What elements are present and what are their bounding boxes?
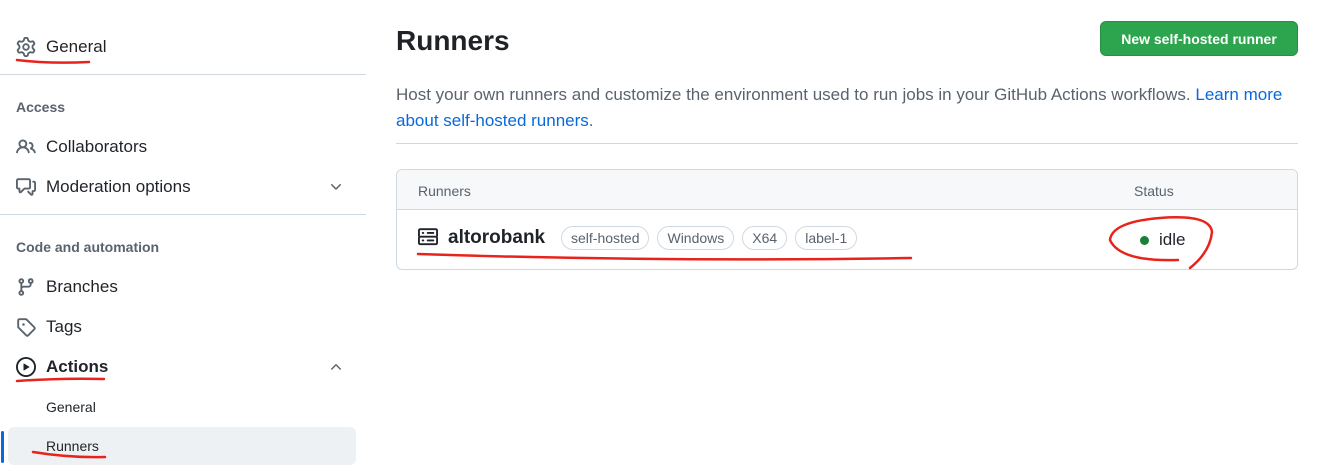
sidebar-divider bbox=[0, 74, 366, 75]
runners-table: Runners Status altorobank self-hosted Wi… bbox=[396, 169, 1298, 270]
sidebar-item-branches[interactable]: Branches bbox=[0, 271, 366, 303]
chevron-up-icon[interactable] bbox=[328, 359, 344, 375]
sidebar-item-label: Tags bbox=[46, 317, 82, 336]
sidebar-item-label: Moderation options bbox=[46, 177, 191, 196]
sidebar-divider bbox=[0, 214, 366, 215]
settings-sidebar: General Access Collaborators Moderation … bbox=[0, 0, 366, 473]
sidebar-item-label: Runners bbox=[46, 438, 99, 454]
tag-icon bbox=[17, 318, 36, 337]
server-icon bbox=[418, 228, 438, 246]
new-self-hosted-runner-button[interactable]: New self-hosted runner bbox=[1100, 21, 1298, 56]
runner-label: label-1 bbox=[795, 226, 858, 250]
sidebar-item-moderation[interactable]: Moderation options bbox=[0, 171, 366, 203]
sidebar-subitem-actions-runners[interactable]: Runners bbox=[8, 427, 356, 465]
sidebar-item-label: Collaborators bbox=[46, 137, 148, 156]
runner-name-link[interactable]: altorobank bbox=[448, 227, 545, 249]
sidebar-item-actions[interactable]: Actions bbox=[0, 351, 366, 383]
status-dot-icon bbox=[1140, 236, 1149, 245]
intro-text: Host your own runners and customize the … bbox=[396, 82, 1296, 134]
intro-period: . bbox=[588, 111, 594, 130]
runner-label: X64 bbox=[742, 226, 788, 250]
sidebar-item-collaborators[interactable]: Collaborators bbox=[0, 131, 366, 163]
comment-discussion-icon bbox=[16, 178, 36, 196]
sidebar-item-label: Actions bbox=[46, 357, 109, 376]
column-header-status: Status bbox=[1134, 183, 1174, 199]
runner-label: Windows bbox=[657, 226, 735, 250]
intro-description: Host your own runners and customize the … bbox=[396, 85, 1196, 104]
sidebar-item-label: General bbox=[46, 399, 96, 415]
git-branch-icon bbox=[18, 278, 34, 296]
sidebar-group-access: Access bbox=[16, 99, 66, 115]
runner-status: idle bbox=[1159, 230, 1186, 249]
sidebar-item-label: Branches bbox=[46, 277, 118, 296]
section-divider bbox=[396, 143, 1298, 144]
table-row: altorobank self-hosted Windows X64 label… bbox=[397, 210, 1297, 269]
people-icon bbox=[16, 139, 36, 154]
page-title: Runners bbox=[396, 25, 510, 56]
chevron-down-icon[interactable] bbox=[328, 179, 344, 195]
active-indicator bbox=[1, 431, 4, 463]
column-header-runners: Runners bbox=[418, 183, 471, 199]
runners-table-header: Runners Status bbox=[397, 170, 1297, 210]
runner-labels: self-hosted Windows X64 label-1 bbox=[561, 226, 858, 250]
sidebar-group-code-automation: Code and automation bbox=[16, 239, 160, 255]
sidebar-subitem-actions-general[interactable]: General bbox=[0, 388, 356, 426]
play-icon bbox=[16, 357, 36, 377]
sidebar-item-tags[interactable]: Tags bbox=[0, 311, 366, 343]
sidebar-item-label: General bbox=[46, 37, 107, 56]
runner-label: self-hosted bbox=[561, 226, 650, 250]
sidebar-item-general[interactable]: General bbox=[0, 31, 366, 63]
gear-icon bbox=[16, 37, 36, 57]
